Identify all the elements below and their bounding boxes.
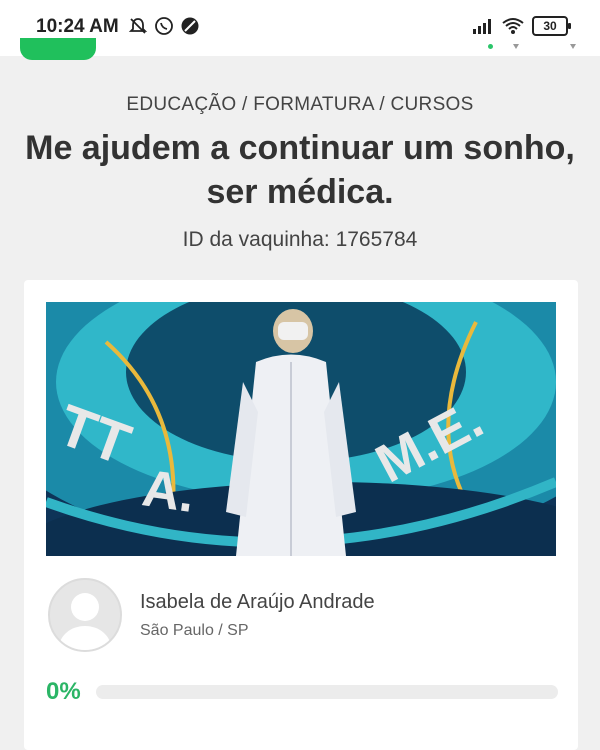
menu-indicator-arrow <box>570 44 576 49</box>
progress-percent: 0% <box>46 678 81 705</box>
campaign-owner[interactable]: Isabela de Araújo Andrade São Paulo / SP <box>48 578 375 652</box>
owner-name[interactable]: Isabela de Araújo Andrade <box>140 591 375 614</box>
campaign-id: ID da vaquinha: 1765784 <box>182 228 418 251</box>
owner-location: São Paulo / SP <box>140 621 249 639</box>
progress-bar <box>96 685 558 699</box>
signal-icon <box>473 19 491 34</box>
donation-progress: 0% <box>46 678 558 706</box>
campaign-photo[interactable]: TT A. M.E. <box>46 302 556 556</box>
avatar[interactable] <box>48 578 122 652</box>
menu-indicator-dot <box>488 44 493 49</box>
status-time: 10:24 AM <box>36 16 119 37</box>
mute-bell-icon <box>128 18 148 34</box>
campaign-photo-illustration: TT A. M.E. <box>46 302 556 556</box>
whatsapp-icon <box>155 17 173 35</box>
svg-text:A.: A. <box>139 459 199 524</box>
status-system-icons: 30 <box>472 16 571 36</box>
campaign-title: Me ajudem a continuar um sonho, ser médi… <box>25 129 575 211</box>
campaign-category-breadcrumb[interactable]: EDUCAÇÃO / FORMATURA / CURSOS <box>0 94 600 116</box>
no-disturb-icon <box>181 17 199 35</box>
status-notification-icons <box>128 16 200 36</box>
brand-logo[interactable] <box>20 38 96 60</box>
campaign-header: EDUCAÇÃO / FORMATURA / CURSOS Me ajudem … <box>0 76 600 252</box>
campaign-card: TT A. M.E. Isabela de Araújo Andrade São… <box>24 280 578 750</box>
menu-indicator-arrow <box>513 44 519 49</box>
battery-icon: 30 <box>532 16 571 36</box>
wifi-icon <box>502 18 524 34</box>
user-placeholder-icon <box>59 593 111 650</box>
